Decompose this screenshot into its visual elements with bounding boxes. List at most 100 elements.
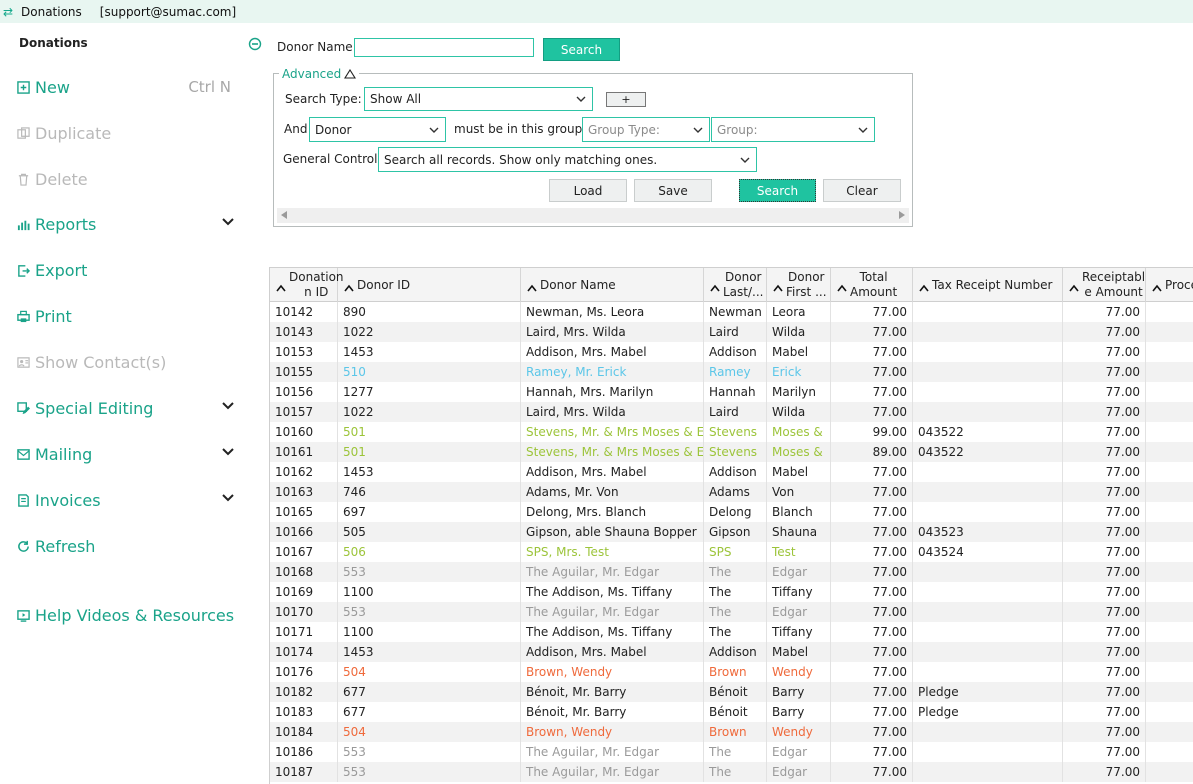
table-cell: 506 (338, 542, 521, 562)
table-cell: Bénoit, Mr. Barry (521, 682, 704, 702)
table-cell (1146, 702, 1193, 722)
table-row[interactable]: 10171 1100 The Addison, Ms. Tiffany The Tiff… (270, 622, 1193, 642)
sidebar-item-invoices[interactable]: Invoices (16, 488, 238, 512)
sidebar-item-mailing[interactable]: Mailing (16, 442, 238, 466)
column-header[interactable]: Donation n ID (270, 268, 344, 302)
chevron-down-icon[interactable] (222, 494, 234, 502)
table-cell: 77.00 (831, 722, 913, 742)
window-title: Donations (21, 4, 82, 19)
refresh-icon (16, 539, 30, 553)
chevron-down-icon (429, 127, 439, 133)
sidebar-item-duplicate[interactable]: Duplicate (16, 121, 238, 145)
advanced-search-button[interactable]: Search (739, 179, 816, 202)
table-row[interactable]: 10187 553 The Aguilar, Mr. Edgar The Edgar 77… (270, 762, 1193, 782)
table-row[interactable]: 10168 553 The Aguilar, Mr. Edgar The Edgar 77… (270, 562, 1193, 582)
header-line: Donor (788, 270, 825, 284)
sort-ascending-icon (276, 281, 286, 292)
table-row[interactable]: 10161 501 Stevens, Mr. & Mrs Moses & Eli St… (270, 442, 1193, 462)
table-row[interactable]: 10143 1022 Laird, Mrs. Wilda Laird Wilda 77.0… (270, 322, 1193, 342)
table-row[interactable]: 10165 697 Delong, Mrs. Blanch Delong Blanch 7… (270, 502, 1193, 522)
table-row[interactable]: 10166 505 Gipson, able Shauna Bopper Gipson… (270, 522, 1193, 542)
table-cell: The (704, 562, 767, 582)
table-cell (913, 562, 1063, 582)
sidebar-item-help-videos[interactable]: Help Videos & Resources (16, 603, 246, 627)
and-select[interactable]: Donor (309, 117, 446, 142)
app-icon: ⇄ (3, 4, 14, 19)
sidebar-item-reports[interactable]: Reports (16, 212, 238, 236)
table-cell: 77.00 (831, 482, 913, 502)
table-cell: 77.00 (1063, 642, 1146, 662)
column-header-label: Donor Name (540, 277, 616, 292)
column-header[interactable]: Donor First ... (767, 268, 831, 302)
column-header[interactable]: Donor Name (521, 268, 704, 302)
table-row[interactable]: 10183 677 Bénoit, Mr. Barry Bénoit Barry 77.0… (270, 702, 1193, 722)
table-row[interactable]: 10156 1277 Hannah, Mrs. Marilyn Hannah Maril… (270, 382, 1193, 402)
table-cell: Laird, Mrs. Wilda (521, 322, 704, 342)
sidebar-item-label: Print (35, 306, 72, 326)
chevron-down-icon[interactable] (222, 448, 234, 456)
table-row[interactable]: 10186 553 The Aguilar, Mr. Edgar The Edgar 77… (270, 742, 1193, 762)
table-row[interactable]: 10170 553 The Aguilar, Mr. Edgar The Edgar 77… (270, 602, 1193, 622)
table-row[interactable]: 10167 506 SPS, Mrs. Test SPS Test 77.00 043524… (270, 542, 1193, 562)
clear-button[interactable]: Clear (823, 179, 901, 202)
search-button[interactable]: Search (543, 38, 620, 61)
sidebar-item-refresh[interactable]: Refresh (16, 534, 238, 558)
sidebar-item-print[interactable]: Print (16, 304, 238, 328)
advanced-toggle[interactable]: Advanced (279, 67, 360, 81)
table-row[interactable]: 10182 677 Bénoit, Mr. Barry Bénoit Barry 77.0… (270, 682, 1193, 702)
column-header[interactable]: Tax Receipt Number (913, 268, 1063, 302)
table-row[interactable]: 10155 510 Ramey, Mr. Erick Ramey Erick 77.00 7… (270, 362, 1193, 382)
table-row[interactable]: 10162 1453 Addison, Mrs. Mabel Addison Mabel… (270, 462, 1193, 482)
table-cell: The Addison, Ms. Tiffany (521, 622, 704, 642)
sort-ascending-icon (527, 281, 537, 292)
column-header[interactable]: Donor Last/... (704, 268, 767, 302)
search-type-select[interactable]: Show All (364, 87, 593, 111)
table-row[interactable]: 10153 1453 Addison, Mrs. Mabel Addison Mabel… (270, 342, 1193, 362)
column-header[interactable]: Donor ID (338, 268, 521, 302)
chevron-down-icon[interactable] (222, 218, 234, 226)
table-row[interactable]: 10157 1022 Laird, Mrs. Wilda Laird Wilda 77.0… (270, 402, 1193, 422)
chevron-down-icon[interactable] (222, 402, 234, 410)
table-row[interactable]: 10160 501 Stevens, Mr. & Mrs Moses & Eli St… (270, 422, 1193, 442)
sidebar-item-delete[interactable]: Delete (16, 167, 238, 191)
table-cell: 77.00 (831, 582, 913, 602)
column-header[interactable]: Receiptabl e Amount (1063, 268, 1146, 302)
advanced-scrollbar[interactable] (277, 208, 909, 223)
scroll-right-icon[interactable] (899, 211, 905, 219)
column-header[interactable]: Total Amount (831, 268, 913, 302)
scroll-left-icon[interactable] (281, 211, 287, 219)
table-cell (913, 482, 1063, 502)
table-cell: Addison (704, 342, 767, 362)
table-row[interactable]: 10174 1453 Addison, Mrs. Mabel Addison Mabel… (270, 642, 1193, 662)
table-cell: 77.00 (1063, 602, 1146, 622)
table-cell: 10142 (270, 302, 338, 322)
group-select[interactable]: Group: (711, 117, 875, 142)
save-button[interactable]: Save (634, 179, 712, 202)
table-cell: Test (767, 542, 831, 562)
table-cell: Newman, Ms. Leora (521, 302, 704, 322)
table-row[interactable]: 10176 504 Brown, Wendy Brown Wendy 77.00 77.00 (270, 662, 1193, 682)
table-cell: 043523 (913, 522, 1063, 542)
general-control-select[interactable]: Search all records. Show only matching o… (378, 147, 757, 172)
table-row[interactable]: 10169 1100 The Addison, Ms. Tiffany The Tiff… (270, 582, 1193, 602)
sidebar-item-show-contacts[interactable]: Show Contact(s) (16, 350, 238, 374)
table-row[interactable]: 10184 504 Brown, Wendy Brown Wendy 77.00 77.00 (270, 722, 1193, 742)
table-cell: Mabel (767, 342, 831, 362)
help-video-icon (16, 608, 30, 622)
table-cell: 77.00 (831, 642, 913, 662)
group-type-select[interactable]: Group Type: (582, 117, 710, 142)
donor-name-input[interactable] (354, 38, 534, 57)
table-row[interactable]: 10163 746 Adams, Mr. Von Adams Von 77.00 77.00 (270, 482, 1193, 502)
table-cell: 1022 (338, 322, 521, 342)
sidebar-item-new[interactable]: New Ctrl N (16, 75, 238, 99)
add-condition-button[interactable]: + (606, 92, 646, 107)
collapse-icon[interactable] (248, 37, 262, 51)
load-button[interactable]: Load (549, 179, 627, 202)
column-header[interactable]: Proce (1146, 268, 1193, 302)
table-cell: Hannah (704, 382, 767, 402)
sidebar-item-special-editing[interactable]: Special Editing (16, 396, 238, 420)
table-row[interactable]: 10142 890 Newman, Ms. Leora Newman Leora 77.0… (270, 302, 1193, 322)
table-cell: Bénoit (704, 682, 767, 702)
table-cell: 10171 (270, 622, 338, 642)
sidebar-item-export[interactable]: Export (16, 258, 238, 282)
